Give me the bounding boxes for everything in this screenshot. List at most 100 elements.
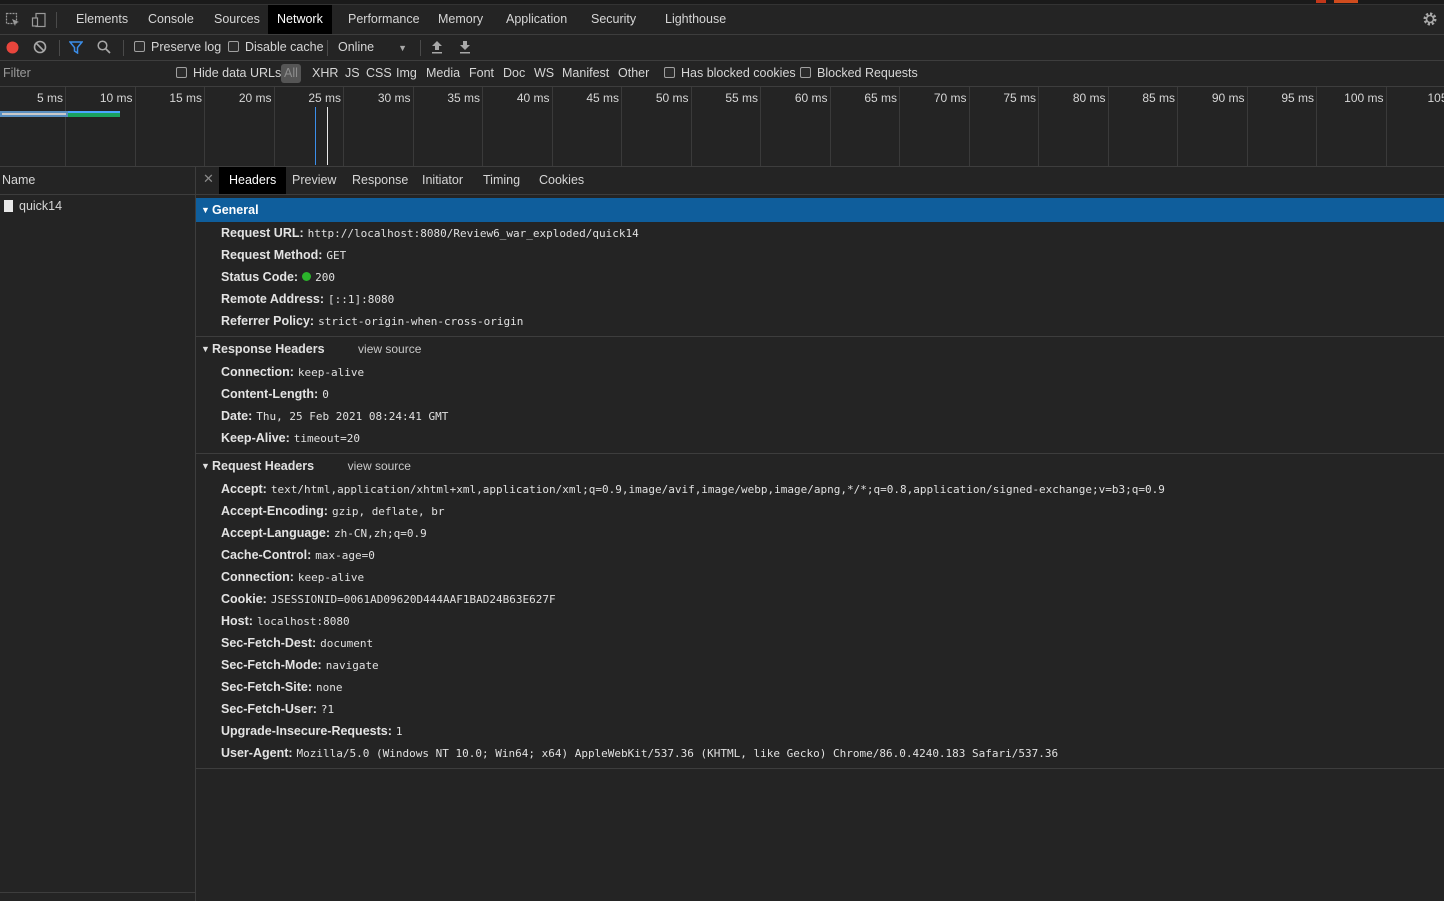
clear-icon[interactable] (33, 40, 47, 57)
header-row: Content-Length: 0 (196, 383, 1444, 405)
request-headers-header[interactable]: ▼ Request Headers view source (196, 454, 1444, 478)
timeline-gridline (204, 87, 205, 166)
timeline-tick-label: 55 ms (725, 91, 758, 105)
timeline-tick-label: 40 ms (516, 91, 550, 105)
blocked-requests-checkbox[interactable]: Blocked Requests (800, 61, 918, 86)
type-filter-ws[interactable]: WS (534, 61, 554, 86)
tab-headers[interactable]: Headers (219, 167, 287, 194)
type-filter-font[interactable]: Font (469, 61, 494, 86)
filter-bar: Filter Hide data URLs All XHR JS CSS Img… (0, 61, 1444, 87)
inspect-element-icon[interactable] (5, 12, 21, 31)
export-har-icon[interactable] (459, 40, 471, 57)
detail-tab-bar: ✕ Headers Preview Response Initiator Tim… (196, 167, 1444, 195)
filter-icon[interactable] (68, 41, 84, 57)
general-section-header[interactable]: ▼ General (196, 198, 1444, 222)
timeline-tick-label: 35 ms (447, 91, 480, 105)
toolbar-divider (56, 12, 57, 28)
chevron-down-icon: ▼ (398, 43, 408, 53)
header-row: Accept: text/html,application/xhtml+xml,a… (196, 478, 1444, 500)
timeline-gridline (273, 87, 275, 166)
settings-gear-icon[interactable] (1422, 11, 1438, 30)
view-source-link[interactable]: view source (358, 342, 421, 356)
request-row[interactable]: quick14 (0, 195, 195, 217)
tab-sources[interactable]: Sources (205, 5, 269, 34)
header-value: localhost:8080 (256, 615, 350, 628)
toolbar-divider (123, 40, 124, 56)
toolbar-divider (420, 40, 421, 56)
timeline-tick-label: 85 ms (1142, 91, 1175, 105)
hide-data-urls-checkbox[interactable]: Hide data URLs (176, 61, 281, 86)
search-icon[interactable] (97, 40, 111, 57)
tab-initiator[interactable]: Initiator (412, 167, 473, 194)
request-list-pane: Name quick14 (0, 167, 196, 901)
header-row: Request Method: GET (196, 244, 1444, 266)
tab-memory[interactable]: Memory (429, 5, 492, 34)
filter-input[interactable]: Filter (3, 61, 163, 86)
import-har-icon[interactable] (431, 40, 443, 57)
type-filter-all[interactable]: All (281, 64, 301, 83)
view-source-link[interactable]: view source (348, 459, 411, 473)
dom-content-loaded-marker (315, 107, 316, 165)
type-filter-css[interactable]: CSS (366, 61, 392, 86)
tab-lighthouse[interactable]: Lighthouse (656, 5, 735, 34)
tab-network[interactable]: Network (268, 5, 332, 34)
header-value: 1 (395, 725, 403, 738)
response-headers-header[interactable]: ▼ Response Headers view source (196, 337, 1444, 361)
tab-timing[interactable]: Timing (473, 167, 530, 194)
type-filter-other[interactable]: Other (618, 61, 649, 86)
checkbox-box[interactable] (664, 67, 675, 78)
header-value: 0 (322, 388, 329, 401)
header-value: http://localhost:8080/Review6_war_explod… (307, 227, 639, 240)
window-control-accent-2 (1334, 0, 1358, 3)
header-name: Sec-Fetch-Dest: (221, 636, 317, 650)
timeline-tick-label: 70 ms (933, 91, 967, 105)
close-icon[interactable]: ✕ (203, 171, 214, 187)
tab-application[interactable]: Application (497, 5, 576, 34)
request-waterfall-bar (0, 111, 120, 117)
type-filter-js[interactable]: JS (345, 61, 360, 86)
header-name: Content-Length: (221, 387, 319, 401)
header-name: User-Agent: (221, 746, 293, 760)
header-name: Cookie: (221, 592, 267, 606)
type-filter-img[interactable]: Img (396, 61, 417, 86)
checkbox-box[interactable] (800, 67, 811, 78)
tab-elements[interactable]: Elements (67, 5, 137, 34)
timeline-gridline (1177, 87, 1178, 166)
disable-cache-checkbox[interactable]: Disable cache (228, 35, 324, 60)
header-row: Sec-Fetch-User: ?1 (196, 698, 1444, 720)
header-value: keep-alive (297, 571, 365, 584)
tab-cookies[interactable]: Cookies (529, 167, 594, 194)
checkbox-box[interactable] (176, 67, 187, 78)
preserve-log-checkbox[interactable]: Preserve log (134, 35, 221, 60)
has-blocked-cookies-checkbox[interactable]: Has blocked cookies (664, 61, 796, 86)
header-name: Sec-Fetch-Site: (221, 680, 312, 694)
type-filter-doc[interactable]: Doc (503, 61, 525, 86)
record-icon[interactable] (6, 41, 19, 57)
general-section-title: General (212, 203, 259, 217)
header-name: Upgrade-Insecure-Requests: (221, 724, 392, 738)
tab-security[interactable]: Security (582, 5, 645, 34)
checkbox-box[interactable] (228, 41, 239, 52)
type-filter-xhr[interactable]: XHR (312, 61, 338, 86)
timeline-gridline (1038, 87, 1039, 166)
header-value: GET (326, 249, 347, 262)
type-filter-media[interactable]: Media (426, 61, 460, 86)
tab-response[interactable]: Response (342, 167, 418, 194)
checkbox-box[interactable] (134, 41, 145, 52)
throttling-select[interactable]: Online ▼ (338, 35, 407, 60)
type-filter-manifest[interactable]: Manifest (562, 61, 609, 86)
header-name: Sec-Fetch-User: (221, 702, 317, 716)
network-overview-timeline[interactable]: 5 ms 10 ms 15 ms 20 ms 25 ms 30 ms 35 ms 40 ms 4… (0, 87, 1444, 167)
header-value: timeout=20 (293, 432, 361, 445)
header-name: Remote Address: (221, 292, 325, 306)
header-value: text/html,application/xhtml+xml,applicat… (270, 483, 1165, 496)
column-header-name[interactable]: Name (0, 167, 195, 195)
tab-console[interactable]: Console (139, 5, 203, 34)
header-value: ?1 (320, 703, 335, 716)
header-name: Keep-Alive: (221, 431, 290, 445)
timeline-tick-label: 95 ms (1281, 91, 1314, 105)
device-toolbar-icon[interactable] (31, 12, 47, 31)
tab-preview[interactable]: Preview (282, 167, 346, 194)
tab-performance[interactable]: Performance (339, 5, 429, 34)
header-row: Cache-Control: max-age=0 (196, 544, 1444, 566)
